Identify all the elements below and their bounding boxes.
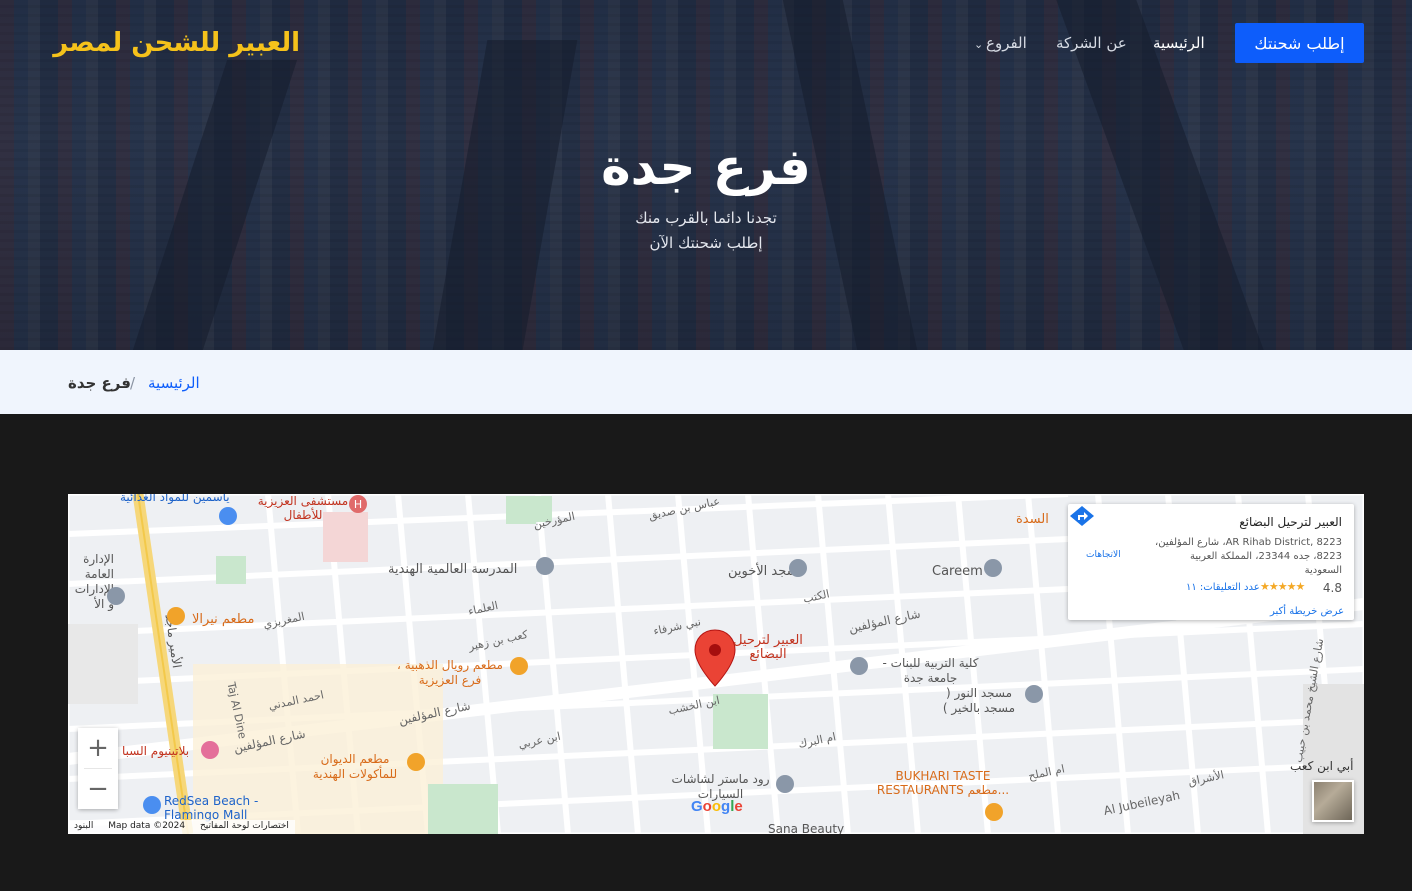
hero-subtitle-line2: إطلب شحنتك الآن [649,234,763,252]
terms-link[interactable]: البنود [68,820,99,832]
google-map[interactable]: الأمير ماجد Taj Al Dine شارع المؤلفين شا… [68,494,1364,834]
map-data-label: Map data ©2024 [108,821,186,831]
map-attribution: البنود Map data ©2024 اختصارات لوحة المف… [68,820,295,834]
poi-careem[interactable]: Careem [932,564,983,579]
nav-branches[interactable]: الفروع [986,34,1027,56]
satellite-view-toggle[interactable] [1312,780,1354,822]
poi-restaurant-diwan[interactable]: مطعم الديوان للمأكولات الهندية [303,752,407,782]
brand-logo[interactable]: العبير للشحن لمصر [53,28,300,58]
poi-store[interactable]: ياسمين للمواد الغذائية [120,494,230,504]
nav-home[interactable]: الرئيسية [1153,34,1205,56]
place-info-card: العبير لترحيل البضائع AR Rihab District,… [1068,504,1354,620]
poi-restaurant-royal[interactable]: مطعم رويال الذهبية ، فرع العزيزية [393,658,507,688]
poi-admin[interactable]: الإدارة العامة الإدارات و الأ [68,552,114,612]
nav-about[interactable]: عن الشركة [1056,34,1127,56]
poi-sana-beauty[interactable]: Sana Beauty [768,822,844,834]
poi-school[interactable]: المدرسة العالمية الهندية [388,562,517,577]
marker-label[interactable]: العبير لترحيل البضائع [728,634,808,662]
breadcrumb: الرئيسية / فرع جدة [0,350,1412,414]
directions-icon[interactable] [1068,504,1096,528]
poi-restaurant-nirala[interactable]: مطعم نيرالا [192,612,254,627]
place-address: AR Rihab District, 8223، شارع المؤلفين، … [1152,536,1342,578]
poi-bukhari[interactable]: BUKHARI TASTE RESTAURANTS مطعم... [868,769,1018,797]
place-address-line1: AR Rihab District, 8223، شارع المؤلفين، [1155,537,1342,548]
poi-sadda[interactable]: السدة [1016,512,1049,527]
chevron-down-icon[interactable]: ⌄ [974,38,983,51]
poi-spa[interactable]: بلاتينيوم السبا [122,744,189,758]
order-shipment-button[interactable]: إطلب شحنتك [1235,23,1364,63]
page-title: فرع جدة [601,138,811,196]
star-rating-icon: ★★★★★ [1260,580,1305,593]
place-rating: 4.8 [1322,581,1342,595]
keyboard-shortcuts-link[interactable]: اختصارات لوحة المفاتيح [194,820,295,832]
poi-college[interactable]: كلية التربية للبنات - جامعة جدة [868,656,993,686]
place-name: العبير لترحيل البضائع [1239,515,1342,529]
zoom-out-button[interactable]: − [78,769,118,809]
place-address-line2: 8223، جده 23344، المملكة العربية السعودي… [1189,551,1342,576]
hero-subtitle-line1: تجدنا دائما بالقرب منك [635,209,777,227]
poi-mosque-nour[interactable]: مسجد النور ( مسجد بالخير ) [931,686,1027,716]
poi-mall[interactable]: RedSea Beach - Flamingo Mall [164,794,274,822]
zoom-in-button[interactable]: + [78,728,118,768]
directions-link[interactable]: الاتجاهات [1086,550,1121,560]
zoom-control: + − [78,728,118,809]
poi-mosque[interactable]: مسجد الأخوين [728,564,805,579]
view-larger-map-link[interactable]: عرض خريطة أكبر [1270,606,1344,617]
hero-banner: العبير للشحن لمصر الرئيسية عن الشركة الف… [0,0,1412,350]
breadcrumb-home-link[interactable]: الرئيسية [148,374,200,392]
google-logo: Google [691,798,743,815]
breadcrumb-current: فرع جدة [68,374,131,392]
poi-hospital[interactable]: مستشفى العزيزية للأطفال [253,494,353,522]
reviews-link[interactable]: عدد التعليقات: ١١ [1186,582,1260,593]
